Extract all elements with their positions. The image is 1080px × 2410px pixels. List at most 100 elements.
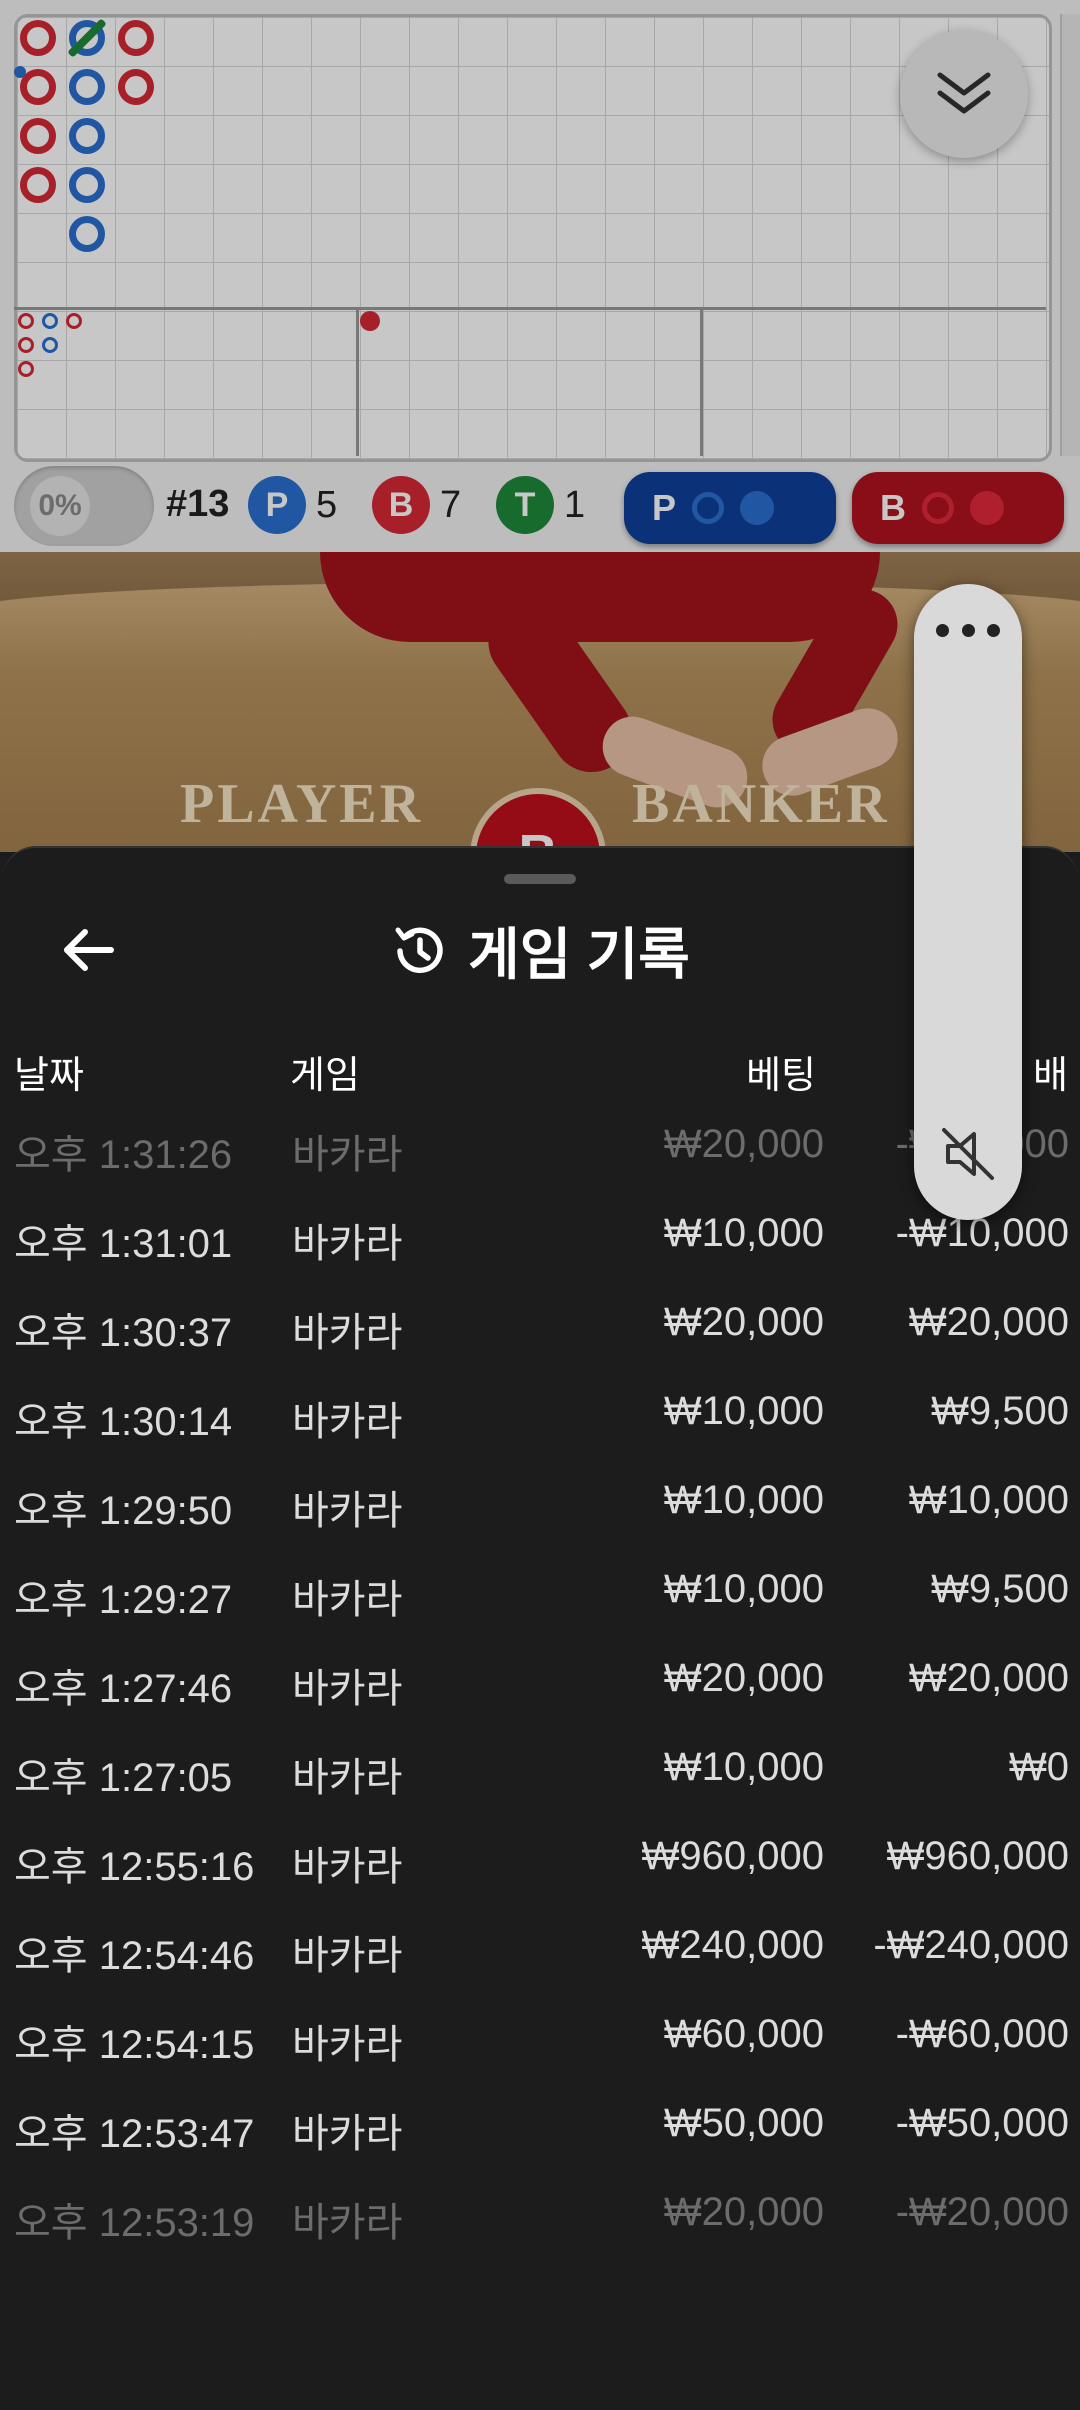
row-bet: ₩10,000 — [663, 1745, 824, 1789]
row-payout: ₩20,000 — [908, 1300, 1069, 1344]
predict-ring — [922, 492, 954, 524]
row-date: 오후 1:31:26 — [14, 1133, 233, 1177]
big-road-bead-banker — [20, 20, 56, 56]
history-list[interactable]: 오후 1:31:26 바카라 ₩20,000 -₩20,000 오후 1:31:… — [2, 1100, 1078, 2410]
adjacent-road-edge — [1060, 14, 1080, 456]
table-row[interactable]: 오후 12:54:46 바카라 ₩240,000 -₩240,000 — [2, 1901, 1078, 1990]
player-count: 5 — [316, 483, 338, 526]
history-icon — [395, 927, 443, 973]
tie-badge: T — [496, 476, 554, 534]
table-row[interactable]: 오후 1:30:37 바카라 ₩20,000 ₩20,000 — [2, 1278, 1078, 1367]
big-road-bead-banker — [118, 20, 154, 56]
row-game: 바카라 — [292, 1934, 403, 1978]
sheet-drag-handle[interactable] — [504, 874, 576, 884]
collapse-roadmap-button[interactable] — [900, 30, 1028, 158]
row-bet: ₩60,000 — [663, 2012, 824, 2056]
row-date: 오후 1:30:14 — [14, 1400, 233, 1444]
banker-badge: B — [372, 476, 430, 534]
small-road-mark — [360, 311, 380, 331]
big-road-bead-banker — [20, 118, 56, 154]
column-header-date[interactable]: 날짜 — [14, 1044, 84, 1099]
round-number: #13 — [166, 483, 230, 525]
row-payout: ₩960,000 — [886, 1834, 1069, 1878]
row-payout: -₩20,000 — [895, 2190, 1069, 2234]
row-date: 오후 12:55:16 — [14, 1845, 255, 1889]
more-dots-icon[interactable] — [936, 618, 1000, 642]
table-row[interactable]: 오후 12:54:15 바카라 ₩60,000 -₩60,000 — [2, 1990, 1078, 2079]
tie-count-value: 1 — [564, 483, 586, 526]
row-game: 바카라 — [292, 1845, 403, 1889]
table-row[interactable]: 오후 1:31:01 바카라 ₩10,000 -₩10,000 — [2, 1189, 1078, 1278]
row-date: 오후 12:54:15 — [14, 2023, 255, 2067]
table-row[interactable]: 오후 12:53:47 바카라 ₩50,000 -₩50,000 — [2, 2079, 1078, 2168]
big-road-bead-player — [69, 167, 105, 203]
player-predict-button[interactable]: P — [624, 472, 836, 544]
percent-toggle[interactable]: 0% — [14, 466, 154, 546]
table-row[interactable]: 오후 1:29:50 바카라 ₩10,000 ₩10,000 — [2, 1456, 1078, 1545]
column-header-bet[interactable]: 베팅 — [746, 1044, 816, 1099]
road-divider — [356, 307, 359, 456]
dealer — [320, 552, 880, 642]
row-payout: -₩240,000 — [873, 1923, 1069, 1967]
row-game: 바카라 — [292, 1667, 403, 1711]
player-area-label: PLAYER — [180, 773, 424, 835]
speaker-muted-icon — [942, 1128, 994, 1180]
banker-count: 7 — [440, 483, 462, 526]
row-date: 오후 1:29:50 — [14, 1489, 233, 1533]
row-date: 오후 1:27:05 — [14, 1756, 233, 1800]
row-date: 오후 12:53:47 — [14, 2112, 255, 2156]
derived-road-mark — [42, 313, 58, 329]
derived-road-mark — [18, 313, 34, 329]
road-divider — [700, 307, 703, 456]
row-bet: ₩240,000 — [641, 1923, 824, 1967]
table-row[interactable]: 오후 12:53:19 바카라 ₩20,000 -₩20,000 — [2, 2168, 1078, 2257]
column-header-payout[interactable]: 배 — [1033, 1044, 1068, 1099]
big-road-bead-player — [69, 216, 105, 252]
chevron-double-down-icon — [937, 72, 991, 114]
banker-predict-label: B — [880, 487, 906, 528]
row-bet: ₩50,000 — [663, 2101, 824, 2145]
big-road-bead-banker — [118, 69, 154, 105]
row-game: 바카라 — [292, 1222, 403, 1266]
table-row[interactable]: 오후 1:27:05 바카라 ₩10,000 ₩0 — [2, 1723, 1078, 1812]
big-road-bead-player — [69, 118, 105, 154]
roadmap-panel: 0% #13 P 5 B 7 T 1 P B — [0, 0, 1080, 552]
row-date: 오후 1:29:27 — [14, 1578, 233, 1622]
row-bet: ₩20,000 — [663, 1300, 824, 1344]
row-date: 오후 12:53:19 — [14, 2201, 255, 2245]
row-payout: ₩9,500 — [931, 1567, 1069, 1611]
table-row[interactable]: 오후 12:55:16 바카라 ₩960,000 ₩960,000 — [2, 1812, 1078, 1901]
row-payout: ₩20,000 — [908, 1656, 1069, 1700]
row-payout: ₩9,500 — [931, 1389, 1069, 1433]
row-bet: ₩20,000 — [663, 2190, 824, 2234]
row-bet: ₩10,000 — [663, 1211, 824, 1255]
row-bet: ₩10,000 — [663, 1567, 824, 1611]
row-bet: ₩10,000 — [663, 1389, 824, 1433]
row-game: 바카라 — [292, 1578, 403, 1622]
pair-dot — [14, 66, 26, 78]
sheet-title: 게임 기록 — [468, 923, 690, 986]
row-bet: ₩20,000 — [663, 1656, 824, 1700]
row-game: 바카라 — [292, 1133, 403, 1177]
table-row[interactable]: 오후 1:29:27 바카라 ₩10,000 ₩9,500 — [2, 1545, 1078, 1634]
mute-button[interactable] — [938, 1124, 998, 1189]
table-row[interactable]: 오후 1:30:14 바카라 ₩10,000 ₩9,500 — [2, 1367, 1078, 1456]
table-row[interactable]: 오후 1:27:46 바카라 ₩20,000 ₩20,000 — [2, 1634, 1078, 1723]
derived-road-mark — [18, 361, 34, 377]
row-game: 바카라 — [292, 1400, 403, 1444]
row-game: 바카라 — [292, 2023, 403, 2067]
row-game: 바카라 — [292, 2112, 403, 2156]
predict-dot — [740, 491, 775, 525]
banker-predict-button[interactable]: B — [852, 472, 1064, 544]
row-game: 바카라 — [292, 1756, 403, 1800]
column-header-game[interactable]: 게임 — [290, 1044, 360, 1099]
row-game: 바카라 — [292, 1311, 403, 1355]
row-bet: ₩960,000 — [641, 1834, 824, 1878]
row-payout: -₩60,000 — [895, 2012, 1069, 2056]
big-road-bead-banker — [20, 167, 56, 203]
percent-value: 0% — [30, 476, 90, 536]
row-game: 바카라 — [292, 1489, 403, 1533]
banker-win-count: B 7 — [372, 476, 461, 534]
row-date: 오후 1:30:37 — [14, 1311, 233, 1355]
row-bet: ₩10,000 — [663, 1478, 824, 1522]
